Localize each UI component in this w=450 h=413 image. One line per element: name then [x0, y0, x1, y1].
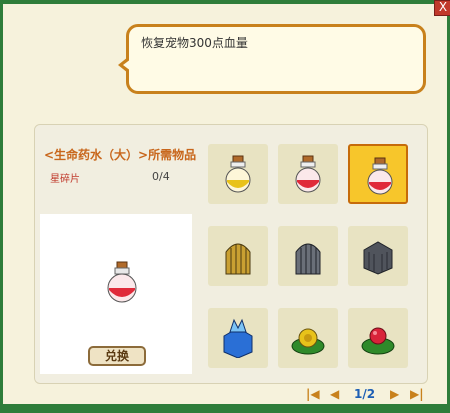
slot-8[interactable] [278, 308, 338, 368]
potion-yellow-icon [225, 155, 251, 193]
slot-5[interactable] [278, 226, 338, 286]
potion-preview-icon [107, 261, 137, 303]
cage-dark-icon [295, 243, 321, 275]
plant-yellow-icon [291, 328, 325, 355]
tooltip-text: 恢复宠物300点血量 [141, 36, 248, 50]
potion-red-large-icon [367, 157, 393, 195]
page-indicator: 1/2 [354, 387, 376, 401]
first-page-icon[interactable]: |◀ [306, 387, 320, 401]
next-page-icon[interactable]: ▶ [390, 387, 399, 401]
exchange-button[interactable]: 兑换 [88, 346, 146, 366]
plant-red-icon [361, 327, 395, 355]
potion-red-small-icon [295, 155, 321, 193]
slot-6[interactable] [348, 226, 408, 286]
slot-9[interactable] [348, 308, 408, 368]
slot-2[interactable] [278, 144, 338, 204]
material-name: 星碎片 [50, 174, 80, 185]
slot-1[interactable] [208, 144, 268, 204]
prev-page-icon[interactable]: ◀ [330, 387, 339, 401]
slot-4[interactable] [208, 226, 268, 286]
slot-3-selected[interactable] [348, 144, 408, 204]
last-page-icon[interactable]: ▶| [410, 387, 424, 401]
item-tooltip: 恢复宠物300点血量 [118, 24, 426, 94]
cage-golden-icon [225, 243, 251, 275]
crate-dark-icon [363, 241, 393, 275]
crystal-blue-icon [223, 318, 253, 358]
recipe-title: <生命药水（大）>所需物品 [44, 148, 197, 162]
material-count: 0/4 [152, 170, 170, 183]
slot-7[interactable] [208, 308, 268, 368]
close-button[interactable]: X [434, 0, 450, 16]
bottom-frame [0, 404, 450, 413]
